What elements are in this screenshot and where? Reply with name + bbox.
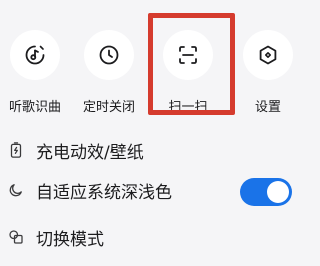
quick-actions-row: 听歌识曲 定时关闭 扫一扫 设置 bbox=[0, 0, 320, 118]
settings-hexagon-icon bbox=[259, 45, 277, 65]
switch-mode-icon bbox=[9, 230, 23, 244]
settings-button[interactable]: 设置 bbox=[233, 30, 303, 120]
listen-recognize-circle bbox=[10, 30, 60, 80]
charging-wallpaper-label: 充电动效/壁纸 bbox=[36, 142, 144, 163]
moon-icon bbox=[9, 184, 22, 197]
adaptive-dark-mode-row[interactable]: 自适应系统深浅色 bbox=[0, 170, 320, 210]
switch-mode-row[interactable]: 切换模式 bbox=[0, 217, 320, 257]
charging-icon bbox=[10, 142, 22, 158]
scan-icon bbox=[179, 46, 197, 64]
music-recognize-icon bbox=[25, 45, 45, 65]
adaptive-dark-mode-label: 自适应系统深浅色 bbox=[36, 182, 172, 203]
scan-circle bbox=[163, 30, 213, 80]
charging-wallpaper-row[interactable]: 充电动效/壁纸 bbox=[0, 130, 320, 170]
settings-circle bbox=[243, 30, 293, 80]
adaptive-dark-mode-toggle[interactable] bbox=[240, 178, 292, 206]
listen-recognize-label: 听歌识曲 bbox=[8, 100, 61, 115]
sleep-timer-circle bbox=[84, 30, 134, 80]
toggle-knob bbox=[267, 181, 289, 203]
clock-icon bbox=[99, 45, 119, 65]
listen-recognize-button[interactable]: 听歌识曲 bbox=[0, 30, 70, 120]
sleep-timer-button[interactable]: 定时关闭 bbox=[74, 30, 144, 120]
scan-button[interactable]: 扫一扫 bbox=[153, 30, 223, 120]
switch-mode-label: 切换模式 bbox=[36, 229, 104, 250]
settings-label: 设置 bbox=[254, 100, 281, 115]
scan-label: 扫一扫 bbox=[168, 100, 208, 115]
sleep-timer-label: 定时关闭 bbox=[82, 100, 135, 115]
